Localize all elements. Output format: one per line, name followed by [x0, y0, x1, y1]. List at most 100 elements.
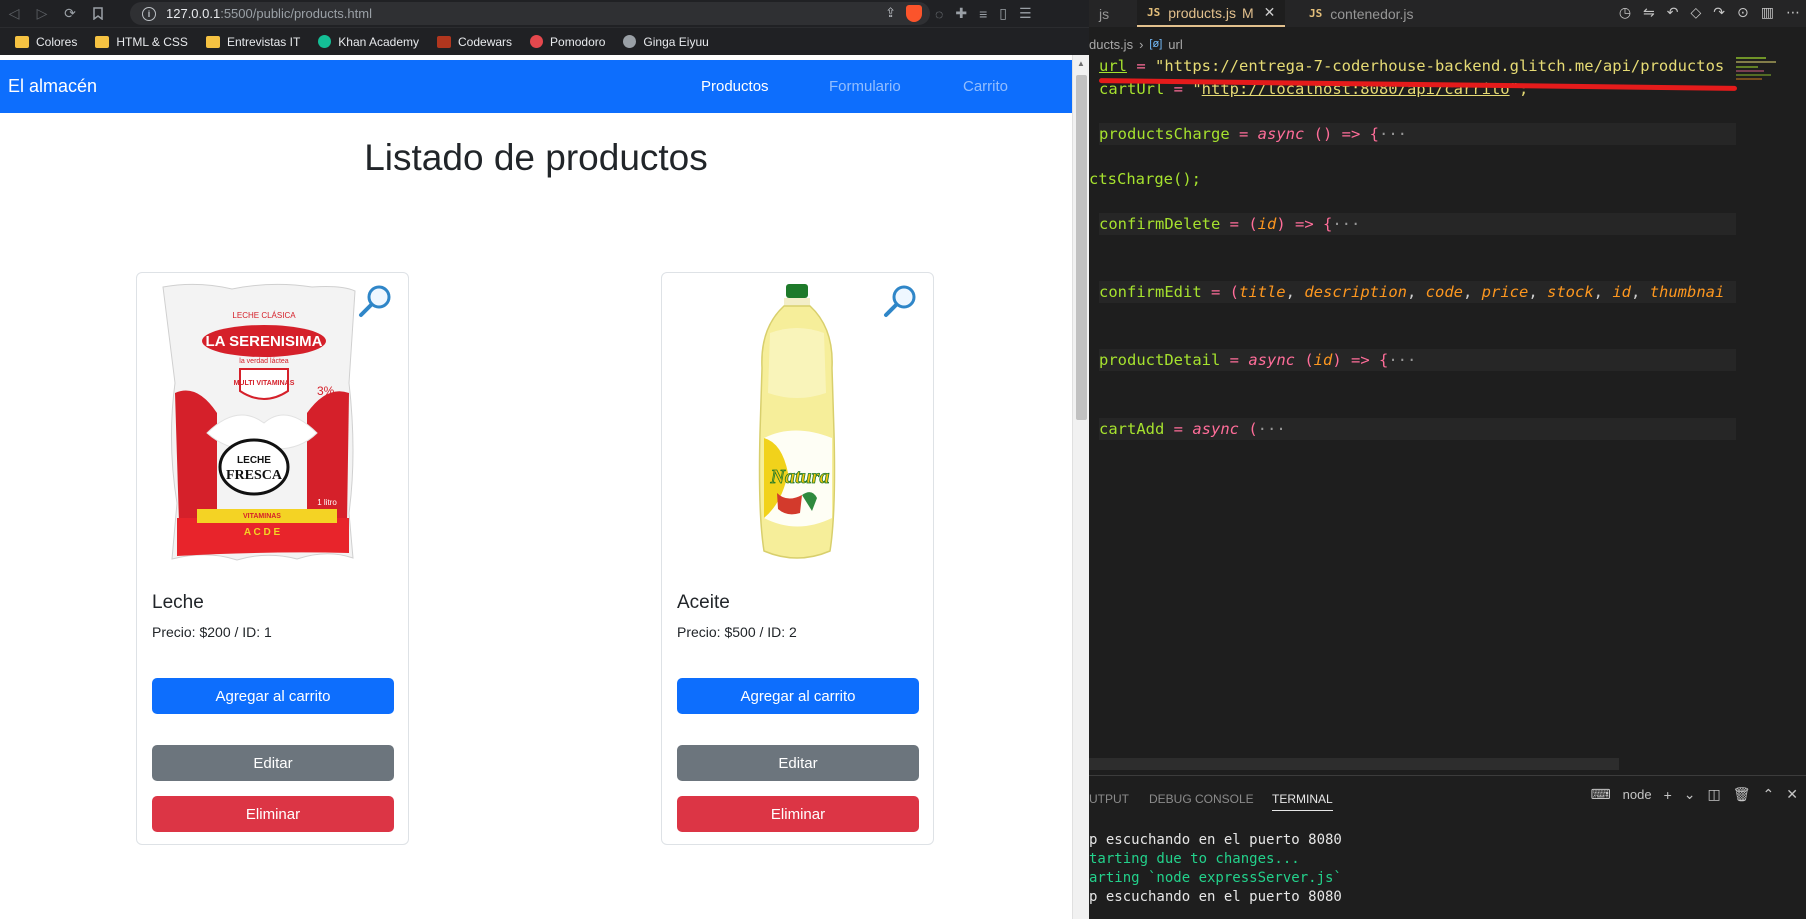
- puzzle-icon[interactable]: ✚: [955, 5, 967, 22]
- magnifier-icon[interactable]: [883, 283, 919, 319]
- bookmarks-bar: Colores HTML & CSS Entrevistas IT Khan A…: [0, 27, 1089, 55]
- go-back-icon[interactable]: ↶: [1667, 4, 1679, 21]
- terminal-line: p escuchando en el puerto 8080: [1089, 832, 1342, 848]
- codewars-icon: [437, 35, 452, 48]
- nav-link-formulario[interactable]: Formulario: [829, 78, 901, 95]
- next-change-icon[interactable]: ↷: [1713, 4, 1725, 21]
- code-line-folded: cartAdd = async ( ···: [1099, 418, 1736, 440]
- url-path: :5500/public/products.html: [220, 6, 372, 21]
- khan-academy-icon: [318, 35, 332, 48]
- delete-button[interactable]: Eliminar: [152, 796, 394, 832]
- extension-icon[interactable]: ◌: [935, 6, 943, 22]
- tab-debug-console[interactable]: DEBUG CONSOLE: [1149, 792, 1254, 806]
- breadcrumb-file[interactable]: ducts.js: [1089, 37, 1133, 52]
- js-file-icon: JS: [1147, 6, 1161, 19]
- web-page: El almacén Productos Formulario Carrito …: [0, 55, 1072, 919]
- code-area[interactable]: url = "https://entrega-7-coderhouse-back…: [1089, 55, 1736, 775]
- delete-button[interactable]: Eliminar: [677, 796, 919, 832]
- bookmark-codewars[interactable]: Codewars: [430, 31, 519, 53]
- code-line-folded: confirmDelete = (id) => { ···: [1099, 213, 1736, 235]
- terminal-shell-label[interactable]: node: [1623, 787, 1652, 802]
- playlist-icon[interactable]: ≡: [979, 6, 987, 22]
- back-icon[interactable]: ◁: [0, 0, 28, 27]
- code-line-folded: productsCharge = async () => { ···: [1099, 123, 1736, 145]
- nav-link-carrito[interactable]: Carrito: [963, 78, 1008, 95]
- tab-partial[interactable]: js: [1089, 0, 1119, 27]
- magnifier-icon[interactable]: [358, 283, 394, 319]
- tab-products-js[interactable]: JS products.js M ✕: [1137, 0, 1286, 27]
- terminal-line: tarting due to changes...: [1089, 851, 1300, 867]
- maximize-panel-icon[interactable]: ⌃: [1763, 786, 1775, 803]
- code-line: url = "https://entrega-7-coderhouse-back…: [1099, 57, 1725, 75]
- compare-icon[interactable]: ⇋: [1643, 4, 1655, 21]
- folder-icon: [95, 35, 110, 48]
- globe-icon: [623, 35, 637, 48]
- product-price: Precio: $200 / ID: 1: [152, 624, 272, 640]
- bookmark-khan-academy[interactable]: Khan Academy: [311, 31, 426, 53]
- brave-shields-icon[interactable]: [906, 5, 922, 22]
- bottom-panel: UTPUT DEBUG CONSOLE TERMINAL ⌨ node + ⌄ …: [1089, 775, 1806, 919]
- milk-top-text: LECHE CLÁSICA: [232, 311, 296, 320]
- browser-toolbar: ◁ ▷ ⟳ i 127.0.0.1:5500/public/products.h…: [0, 0, 1089, 27]
- trash-icon[interactable]: 🗑: [1733, 786, 1751, 803]
- bookmark-pomodoro[interactable]: Pomodoro: [523, 31, 612, 53]
- close-icon[interactable]: ✕: [1264, 4, 1276, 21]
- editor-tab-bar: js JS products.js M ✕ JS contenedor.js ◷…: [1089, 0, 1806, 27]
- url-host: 127.0.0.1: [166, 6, 221, 21]
- edit-button[interactable]: Editar: [152, 745, 394, 781]
- bookmark-icon[interactable]: [84, 0, 112, 27]
- chevron-down-icon[interactable]: ⌄: [1684, 786, 1696, 803]
- js-file-icon: JS: [1309, 7, 1323, 20]
- split-terminal-icon[interactable]: ◫: [1708, 786, 1721, 803]
- site-info-icon[interactable]: i: [142, 6, 156, 21]
- bookmark-colores[interactable]: Colores: [8, 31, 84, 53]
- milk-brand-text: LA SERENISIMA: [206, 333, 323, 350]
- page-scrollbar[interactable]: ▲: [1072, 55, 1089, 919]
- edit-button[interactable]: Editar: [677, 745, 919, 781]
- milk-slogan-text: la verdad láctea: [239, 358, 289, 365]
- sidebar-icon[interactable]: ▯: [999, 5, 1007, 22]
- more-actions-icon[interactable]: ⋯: [1786, 4, 1800, 21]
- close-panel-icon[interactable]: ✕: [1786, 786, 1798, 803]
- bookmark-html-css[interactable]: HTML & CSS: [88, 31, 195, 53]
- reload-icon[interactable]: ⟳: [56, 0, 84, 27]
- share-icon[interactable]: ⇪: [885, 5, 896, 22]
- code-line-folded: confirmEdit = (title, description, code,…: [1099, 281, 1736, 303]
- new-terminal-icon[interactable]: +: [1664, 787, 1672, 803]
- tab-terminal[interactable]: TERMINAL: [1272, 792, 1333, 811]
- code-editor: js JS products.js M ✕ JS contenedor.js ◷…: [1089, 0, 1806, 919]
- milk-volume-text: 1 litro: [317, 498, 337, 507]
- run-icon[interactable]: ⊙: [1737, 4, 1749, 21]
- milk-fat-text: 3%: [317, 384, 335, 398]
- code-line-folded: productDetail = async (id) => { ···: [1099, 349, 1736, 371]
- add-to-cart-button[interactable]: Agregar al carrito: [677, 678, 919, 714]
- product-title: Leche: [152, 592, 204, 613]
- bookmark-entrevistas[interactable]: Entrevistas IT: [199, 31, 307, 53]
- split-editor-icon[interactable]: ▥: [1761, 4, 1774, 21]
- forward-icon[interactable]: ▷: [28, 0, 56, 27]
- tab-output[interactable]: UTPUT: [1089, 792, 1129, 806]
- symbol-variable-icon: [ø]: [1149, 38, 1163, 50]
- address-bar[interactable]: i 127.0.0.1:5500/public/products.html ⇪: [130, 2, 930, 25]
- terminal-icon: ⌨: [1590, 786, 1611, 802]
- breadcrumb: ducts.js › [ø] url: [1089, 33, 1183, 55]
- nav-link-productos[interactable]: Productos: [701, 78, 769, 95]
- modified-indicator: M: [1241, 4, 1254, 21]
- oil-brand-text: Natura: [770, 466, 830, 488]
- navbar-brand[interactable]: El almacén: [8, 76, 97, 97]
- horizontal-scrollbar[interactable]: [1089, 758, 1619, 770]
- tab-contenedor-js[interactable]: JS contenedor.js: [1299, 0, 1424, 27]
- scroll-up-icon[interactable]: ▲: [1077, 59, 1085, 68]
- folder-icon: [205, 35, 220, 48]
- product-card: LA SERENISIMA LECHE CLÁSICA la verdad lá…: [136, 272, 409, 845]
- minimap[interactable]: [1734, 55, 1806, 775]
- breadcrumb-symbol[interactable]: url: [1168, 37, 1182, 52]
- scrollbar-thumb[interactable]: [1076, 75, 1087, 420]
- bookmark-ginga-eiyuu[interactable]: Ginga Eiyuu: [616, 31, 715, 53]
- milk-center1-text: LECHE: [237, 455, 271, 466]
- menu-icon[interactable]: ☰: [1019, 5, 1032, 22]
- timeline-icon[interactable]: ◷: [1619, 4, 1631, 21]
- prev-change-icon[interactable]: ◇: [1691, 4, 1702, 21]
- folder-icon: [15, 35, 29, 48]
- add-to-cart-button[interactable]: Agregar al carrito: [152, 678, 394, 714]
